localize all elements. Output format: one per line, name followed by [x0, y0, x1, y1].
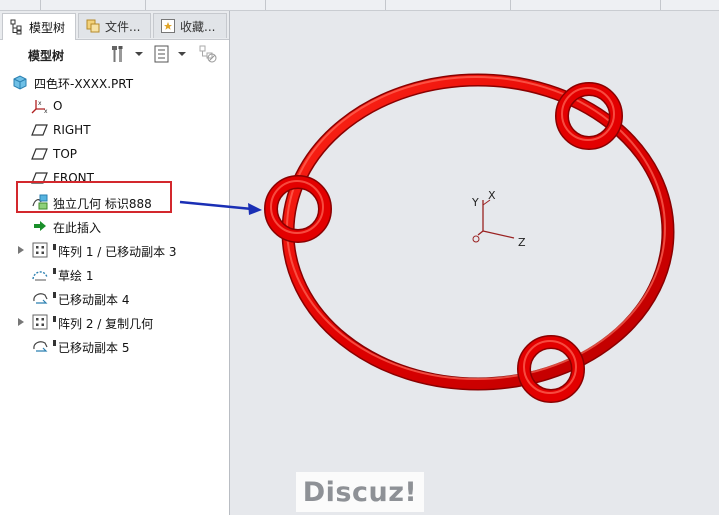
flag-marker	[53, 244, 56, 250]
ribbon-divider	[145, 0, 146, 10]
axis-label-x: X	[488, 189, 496, 202]
toolbar-title: 模型树	[28, 49, 65, 63]
tree-item-insert-here[interactable]: 在此插入	[0, 215, 229, 237]
pattern-icon	[32, 314, 48, 330]
tree-item-moved-copy-5[interactable]: 已移动副本 5	[0, 335, 229, 357]
flag-marker	[53, 340, 56, 346]
insert-arrow-icon	[34, 221, 46, 231]
tab-label: 文件...	[105, 19, 141, 34]
tree-item-csys[interactable]: x x O	[0, 95, 229, 117]
tree-item-pattern-2[interactable]: 阵列 2 / 复制几何	[0, 311, 229, 333]
watermark: Discuz!	[296, 472, 424, 512]
graphics-viewport[interactable]: Y X Z	[230, 11, 719, 515]
model-graphics	[264, 73, 675, 403]
folder-icon	[86, 19, 100, 33]
chevron-down-icon	[178, 52, 186, 56]
tree-icon	[10, 19, 22, 35]
tools-icon	[112, 46, 123, 62]
tab-model-tree[interactable]: 模型树	[2, 13, 76, 40]
favorites-icon	[161, 19, 175, 33]
csys-icon: x x	[31, 100, 48, 115]
model-tree-panel: 模型树 文件... 收藏... 模型树 四色环-XXXX.PRT x x O R…	[0, 11, 230, 515]
flag-marker	[53, 268, 56, 274]
tab-favorites[interactable]: 收藏...	[153, 13, 227, 38]
sketch-icon	[32, 271, 48, 281]
tree-item-right[interactable]: RIGHT	[0, 119, 229, 141]
flag-marker	[53, 316, 56, 322]
show-dropdown[interactable]	[153, 44, 187, 64]
tree-item-label: 草绘 1	[58, 269, 94, 283]
coordinate-triad	[472, 199, 515, 243]
highlight-box	[16, 181, 172, 213]
panel-tabs: 模型树 文件... 收藏...	[0, 11, 229, 40]
ribbon-divider	[660, 0, 661, 10]
tree-item-label: O	[53, 99, 63, 113]
filter-button[interactable]	[198, 44, 218, 64]
tab-label: 收藏...	[180, 19, 216, 34]
tree-item-top[interactable]: TOP	[0, 143, 229, 165]
ribbon-divider	[40, 0, 41, 10]
svg-text:x: x	[44, 108, 48, 115]
tab-file-browser[interactable]: 文件...	[78, 13, 151, 38]
pattern-icon	[32, 242, 48, 258]
tree-item-sketch-1[interactable]: 草绘 1	[0, 263, 229, 285]
list-icon	[154, 45, 169, 63]
moved-copy-icon	[33, 293, 48, 304]
tree-item-label: 阵列 1 / 已移动副本 3	[58, 245, 177, 259]
expand-arrow-icon[interactable]	[17, 245, 25, 255]
tree-item-label: 已移动副本 4	[58, 293, 130, 307]
flag-marker	[53, 292, 56, 298]
settings-dropdown[interactable]	[108, 44, 144, 64]
axis-label-z: Z	[518, 236, 526, 249]
expand-arrow-icon[interactable]	[17, 317, 25, 327]
model-tree-toolbar: 模型树	[0, 40, 229, 68]
axis-label-y: Y	[472, 196, 479, 209]
tree-item-moved-copy-4[interactable]: 已移动副本 4	[0, 287, 229, 309]
tree-item-pattern-1[interactable]: 阵列 1 / 已移动副本 3	[0, 239, 229, 261]
tree-item-label: 阵列 2 / 复制几何	[58, 317, 154, 331]
ribbon-divider	[510, 0, 511, 10]
tree-root-label: 四色环-XXXX.PRT	[34, 77, 134, 91]
ribbon-strip	[0, 0, 719, 11]
ribbon-divider	[385, 0, 386, 10]
datum-plane-icon	[31, 148, 48, 160]
tab-label: 模型树	[29, 20, 66, 35]
datum-plane-icon	[31, 124, 48, 136]
chevron-down-icon	[135, 52, 143, 56]
tree-item-label: RIGHT	[53, 123, 91, 137]
tree-item-label: 在此插入	[53, 221, 102, 235]
ribbon-divider	[265, 0, 266, 10]
tree-item-label: TOP	[53, 147, 78, 161]
tree-root[interactable]: 四色环-XXXX.PRT	[0, 71, 229, 93]
filter-icon	[199, 45, 217, 63]
svg-text:x: x	[38, 100, 42, 107]
tree-item-label: 已移动副本 5	[58, 341, 130, 355]
part-icon	[13, 75, 27, 90]
moved-copy-icon	[33, 341, 48, 352]
